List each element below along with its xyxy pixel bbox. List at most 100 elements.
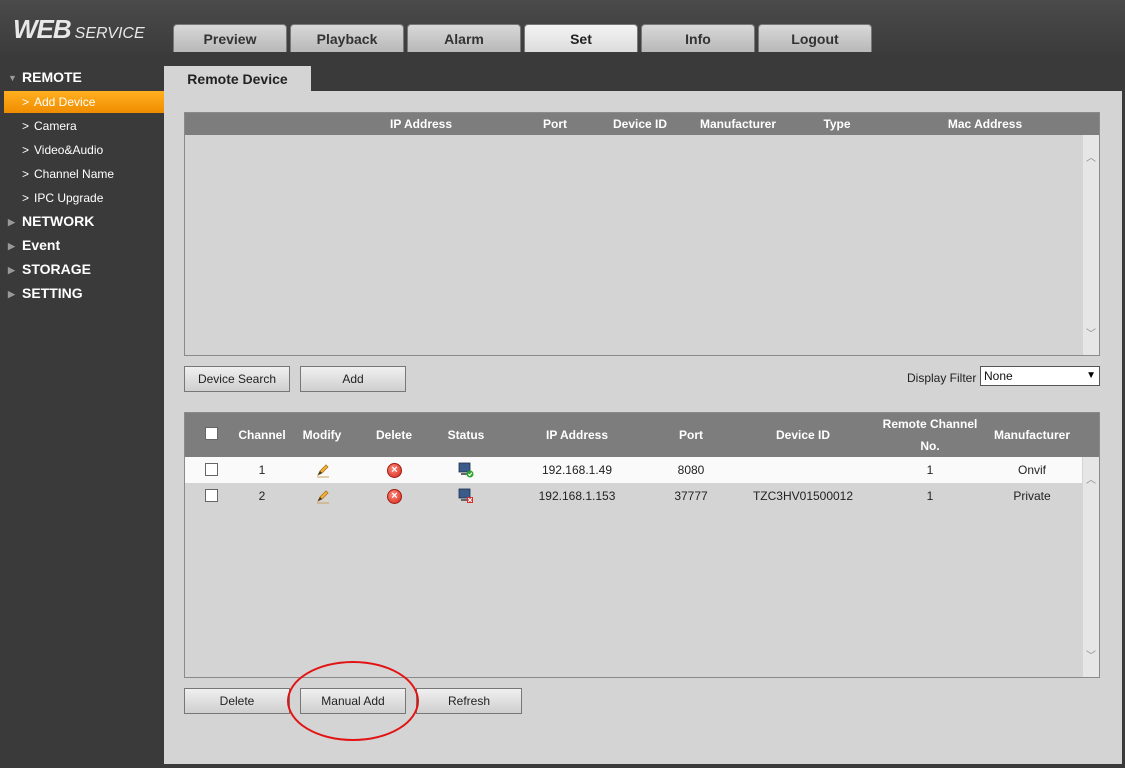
collapsed-arrow-icon: ▶ xyxy=(8,289,15,300)
header-type: Type xyxy=(823,117,851,131)
pencil-icon[interactable] xyxy=(315,488,331,504)
sidebar-item-channel-name[interactable]: > Channel Name xyxy=(4,163,164,185)
nav-section-event-label: Event xyxy=(22,237,61,253)
tab-playback[interactable]: Playback xyxy=(290,24,404,52)
select-all-checkbox[interactable] xyxy=(205,427,218,440)
device-search-button[interactable]: Device Search xyxy=(184,366,290,392)
nav-section-remote[interactable]: ▼ REMOTE xyxy=(8,65,82,89)
nav-section-event[interactable]: ▶ Event xyxy=(8,233,60,257)
header-status: Status xyxy=(447,428,485,442)
header-remote-channel-no: No. xyxy=(920,439,940,453)
tab-preview[interactable]: Preview xyxy=(173,24,287,52)
header-port: Port xyxy=(543,117,567,131)
added-devices-table: Channel Modify Delete Status IP Address … xyxy=(184,412,1100,678)
logo-service: SERVICE xyxy=(74,25,145,42)
sidebar-item-label: Add Device xyxy=(34,95,96,109)
sidebar-item-label: Video&Audio xyxy=(34,143,104,157)
delete-icon[interactable]: × xyxy=(387,463,402,478)
added-table-scrollbar[interactable]: ︿ ﹀ xyxy=(1083,457,1099,677)
manufacturer-cell: Private xyxy=(1013,489,1051,503)
expanded-arrow-icon: ▼ xyxy=(8,73,17,84)
refresh-button[interactable]: Refresh xyxy=(416,688,522,714)
display-filter-select[interactable]: None ▼ xyxy=(980,366,1100,386)
sidebar-item-label: IPC Upgrade xyxy=(34,191,104,205)
logo-web: WEB xyxy=(13,14,72,44)
main-tabs: Preview Playback Alarm Set Info Logout xyxy=(173,24,875,52)
online-status-icon xyxy=(458,462,474,478)
sidebar: ▼ REMOTE > Add Device > Camera > Video&Audio… xyxy=(0,53,164,768)
table-row[interactable]: 2 × 192.168.1.153 37777 TZC3HV01500012 1… xyxy=(185,483,1082,509)
header-device-id: Device ID xyxy=(612,117,668,131)
scroll-down-icon[interactable]: ﹀ xyxy=(1083,647,1099,662)
header-manufacturer: Manufacturer xyxy=(699,117,776,131)
offline-status-icon xyxy=(458,488,473,503)
chevron-right-icon: > xyxy=(22,119,30,133)
ip-cell: 192.168.1.153 xyxy=(538,489,616,503)
nav-section-network-label: NETWORK xyxy=(22,213,95,229)
header-remote-channel: Remote Channel xyxy=(882,417,978,431)
remote-channel-cell: 1 xyxy=(926,489,934,503)
search-results-table: IP Address Port Device ID Manufacturer T… xyxy=(184,112,1100,356)
collapsed-arrow-icon: ▶ xyxy=(8,241,15,252)
header-mac-address: Mac Address xyxy=(947,117,1023,131)
header-port: Port xyxy=(679,428,703,442)
content-area: Remote Device IP Address Port Device ID … xyxy=(164,53,1122,764)
display-filter-label: Display Filter xyxy=(907,371,977,385)
chevron-right-icon: > xyxy=(22,191,30,205)
sidebar-item-ipc-upgrade[interactable]: > IPC Upgrade xyxy=(4,187,164,209)
sidebar-item-video-audio[interactable]: > Video&Audio xyxy=(4,139,164,161)
search-table-scrollbar[interactable]: ︿ ﹀ xyxy=(1083,135,1099,355)
table-row[interactable]: 1 × 192.168.1.49 8080 1 Onvif xyxy=(185,457,1082,483)
highlight-circle xyxy=(287,661,419,741)
remote-channel-cell: 1 xyxy=(926,463,934,477)
sidebar-item-label: Channel Name xyxy=(34,167,115,181)
delete-button[interactable]: Delete xyxy=(184,688,290,714)
nav-section-storage[interactable]: ▶ STORAGE xyxy=(8,257,91,281)
header-manufacturer: Manufacturer xyxy=(993,428,1070,442)
chevron-right-icon: > xyxy=(22,143,30,157)
sidebar-item-label: Camera xyxy=(34,119,77,133)
chevron-right-icon: > xyxy=(22,95,30,109)
channel-cell: 1 xyxy=(258,463,266,477)
add-button[interactable]: Add xyxy=(300,366,406,392)
device-id-cell: TZC3HV01500012 xyxy=(752,489,854,503)
header-device-id: Device ID xyxy=(775,428,831,442)
chevron-down-icon: ▼ xyxy=(1086,370,1096,381)
tab-alarm[interactable]: Alarm xyxy=(407,24,521,52)
top-bar: WEB SERVICE Preview Playback Alarm Set In… xyxy=(0,0,1125,53)
scroll-up-icon[interactable]: ︿ xyxy=(1083,149,1099,164)
sidebar-item-add-device[interactable]: > Add Device xyxy=(4,91,164,113)
nav-section-remote-label: REMOTE xyxy=(22,69,82,85)
chevron-right-icon: > xyxy=(22,167,30,181)
content-tab-strip: Remote Device xyxy=(164,53,1122,92)
logo: WEB SERVICE xyxy=(13,14,145,45)
tab-info[interactable]: Info xyxy=(641,24,755,52)
nav-section-setting-label: SETTING xyxy=(22,285,83,301)
collapsed-arrow-icon: ▶ xyxy=(8,265,15,276)
pencil-icon[interactable] xyxy=(315,462,331,478)
port-cell: 8080 xyxy=(677,463,705,477)
row-checkbox[interactable] xyxy=(205,463,218,476)
header-ip-address: IP Address xyxy=(389,117,453,131)
scroll-up-icon[interactable]: ︿ xyxy=(1083,471,1099,486)
tab-remote-device[interactable]: Remote Device xyxy=(164,66,311,92)
ip-cell: 192.168.1.49 xyxy=(541,463,613,477)
sidebar-item-camera[interactable]: > Camera xyxy=(4,115,164,137)
added-table-header: Channel Modify Delete Status IP Address … xyxy=(185,413,1099,457)
channel-cell: 2 xyxy=(258,489,266,503)
tab-set[interactable]: Set xyxy=(524,24,638,52)
tab-logout[interactable]: Logout xyxy=(758,24,872,52)
nav-section-storage-label: STORAGE xyxy=(22,261,91,277)
delete-icon[interactable]: × xyxy=(387,489,402,504)
nav-section-network[interactable]: ▶ NETWORK xyxy=(8,209,94,233)
header-ip-address: IP Address xyxy=(545,428,609,442)
display-filter-value: None xyxy=(984,369,1013,383)
header-delete: Delete xyxy=(375,428,413,442)
header-modify: Modify xyxy=(302,428,342,442)
manufacturer-cell: Onvif xyxy=(1017,463,1046,477)
row-checkbox[interactable] xyxy=(205,489,218,502)
collapsed-arrow-icon: ▶ xyxy=(8,217,15,228)
port-cell: 37777 xyxy=(674,489,708,503)
scroll-down-icon[interactable]: ﹀ xyxy=(1083,325,1099,340)
nav-section-setting[interactable]: ▶ SETTING xyxy=(8,281,83,305)
